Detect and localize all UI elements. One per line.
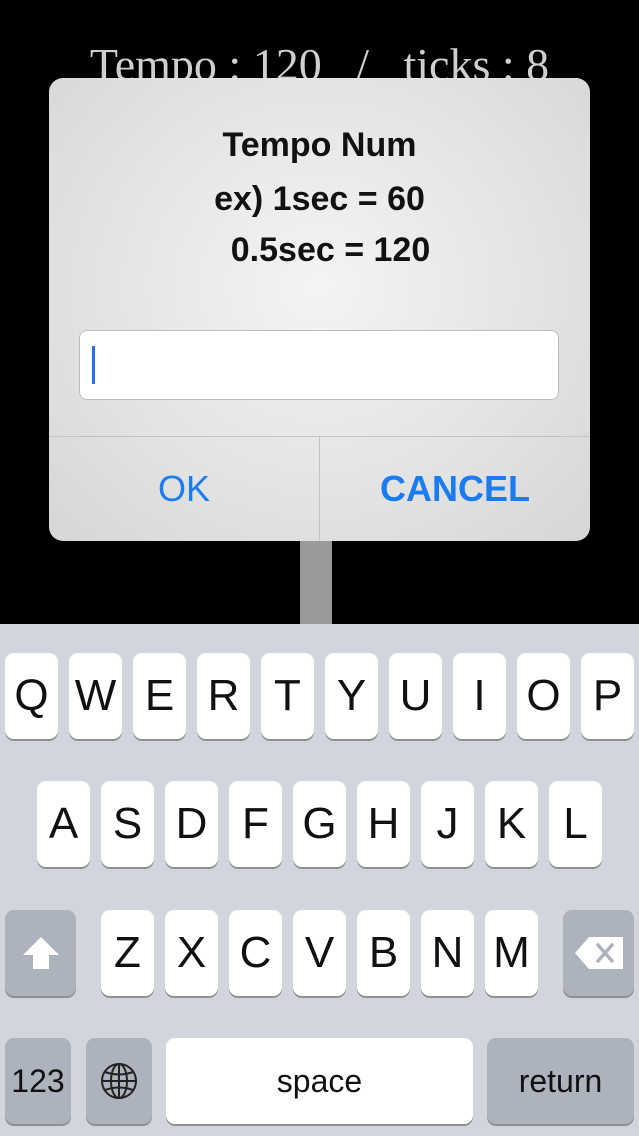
key-i[interactable]: I	[453, 653, 506, 739]
key-p[interactable]: P	[581, 653, 634, 739]
delete-key[interactable]	[563, 910, 634, 996]
ok-button[interactable]: OK	[49, 437, 320, 541]
key-z[interactable]: Z	[101, 910, 154, 996]
key-h[interactable]: H	[357, 781, 410, 867]
globe-key[interactable]	[86, 1038, 152, 1124]
key-n[interactable]: N	[421, 910, 474, 996]
cancel-button[interactable]: CANCEL	[320, 437, 590, 541]
text-caret	[92, 346, 95, 384]
key-v[interactable]: V	[293, 910, 346, 996]
numbers-key[interactable]: 123	[5, 1038, 71, 1124]
key-l[interactable]: L	[549, 781, 602, 867]
key-y[interactable]: Y	[325, 653, 378, 739]
key-r[interactable]: R	[197, 653, 250, 739]
alert-message-line-1: ex) 1sec = 60	[214, 180, 425, 218]
key-j[interactable]: J	[421, 781, 474, 867]
key-o[interactable]: O	[517, 653, 570, 739]
alert-title: Tempo Num	[222, 126, 417, 164]
alert-button-bar: OK CANCEL	[49, 436, 590, 541]
globe-icon	[101, 1063, 137, 1099]
key-q[interactable]: Q	[5, 653, 58, 739]
key-c[interactable]: C	[229, 910, 282, 996]
delete-backspace-icon	[574, 937, 623, 969]
key-m[interactable]: M	[485, 910, 538, 996]
alert-dialog: Tempo Num ex) 1sec = 60 0.5sec = 120 OK …	[49, 78, 590, 541]
shift-arrow-icon	[22, 937, 59, 969]
key-b[interactable]: B	[357, 910, 410, 996]
key-k[interactable]: K	[485, 781, 538, 867]
return-key[interactable]: return	[487, 1038, 634, 1124]
background-bar	[300, 535, 332, 630]
shift-key[interactable]	[5, 910, 76, 996]
key-u[interactable]: U	[389, 653, 442, 739]
key-f[interactable]: F	[229, 781, 282, 867]
key-x[interactable]: X	[165, 910, 218, 996]
key-s[interactable]: S	[101, 781, 154, 867]
key-t[interactable]: T	[261, 653, 314, 739]
key-w[interactable]: W	[69, 653, 122, 739]
keyboard: Q W E R T Y U I O P A S D F G H J K L Z …	[0, 624, 639, 1136]
key-g[interactable]: G	[293, 781, 346, 867]
key-a[interactable]: A	[37, 781, 90, 867]
space-key[interactable]: space	[166, 1038, 473, 1124]
screen: Tempo : 120 / ticks : 8 Tempo Num ex) 1s…	[0, 0, 639, 1136]
alert-message-line-2: 0.5sec = 120	[230, 231, 431, 269]
key-e[interactable]: E	[133, 653, 186, 739]
tempo-input[interactable]	[79, 330, 559, 400]
key-d[interactable]: D	[165, 781, 218, 867]
